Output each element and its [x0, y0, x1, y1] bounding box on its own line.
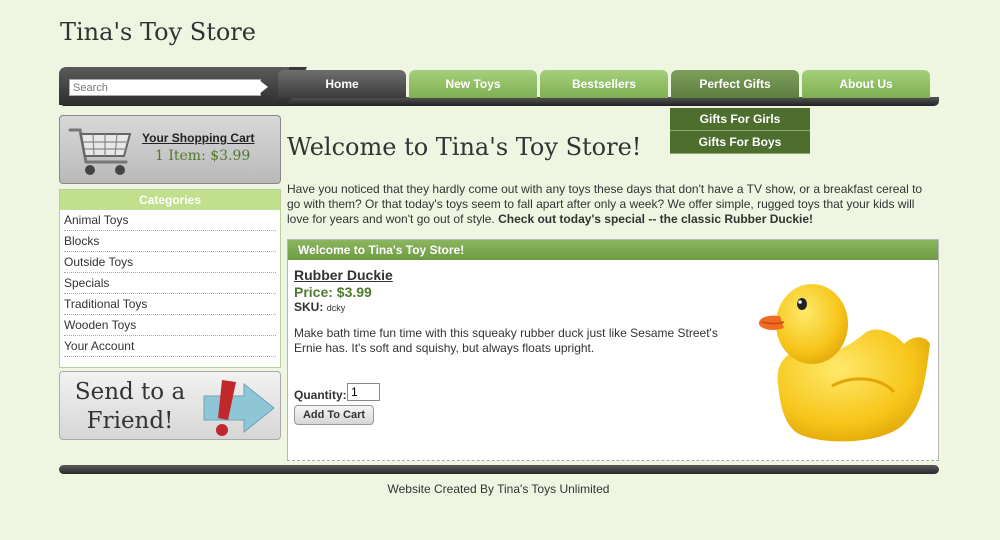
nav-tab-home[interactable]: Home — [278, 70, 406, 98]
dropdown-item-gifts-for-boys[interactable]: Gifts For Boys — [670, 131, 810, 154]
category-your-account[interactable]: Your Account — [64, 336, 276, 357]
site-title: Tina's Toy Store — [60, 18, 256, 46]
product-price: Price: $3.99 — [294, 284, 372, 300]
product-panel-heading: Welcome to Tina's Toy Store! — [288, 240, 938, 260]
shopping-cart-icon — [68, 128, 132, 175]
send-to-friend-button[interactable]: Send to a Friend! — [59, 371, 281, 440]
category-animal-toys[interactable]: Animal Toys — [64, 210, 276, 231]
dropdown-item-gifts-for-girls[interactable]: Gifts For Girls — [670, 108, 810, 131]
sku-value: dcky — [326, 303, 346, 313]
send-to-friend-text: Send to a Friend! — [70, 378, 190, 436]
nav-tab-new-toys[interactable]: New Toys — [409, 70, 537, 98]
nav-tab-about-us[interactable]: About Us — [802, 70, 930, 98]
intro-special: Check out today's special -- the classic… — [498, 212, 814, 226]
intro-paragraph: Have you noticed that they hardly come o… — [287, 182, 935, 227]
quantity-label: Quantity: — [294, 388, 347, 402]
search-block — [59, 67, 307, 105]
main-navigation: Home New Toys Bestsellers Perfect Gifts … — [59, 67, 939, 107]
footer-rail — [59, 465, 939, 474]
category-blocks[interactable]: Blocks — [64, 231, 276, 252]
nav-tab-perfect-gifts[interactable]: Perfect Gifts — [671, 70, 799, 98]
product-sku: SKU: dcky — [294, 300, 345, 314]
product-name-link[interactable]: Rubber Duckie — [294, 267, 393, 283]
welcome-heading: Welcome to Tina's Toy Store! — [287, 133, 642, 161]
shopping-cart-link[interactable]: Your Shopping Cart — [142, 131, 254, 145]
perfect-gifts-dropdown: Gifts For Girls Gifts For Boys — [670, 108, 810, 154]
shopping-cart-box: Your Shopping Cart 1 Item: $3.99 — [59, 115, 281, 184]
category-specials[interactable]: Specials — [64, 273, 276, 294]
footer-credit: Website Created By Tina's Toys Unlimited — [387, 482, 610, 496]
category-traditional-toys[interactable]: Traditional Toys — [64, 294, 276, 315]
cart-summary: 1 Item: $3.99 — [155, 148, 251, 164]
search-submit-arrow-icon[interactable] — [259, 80, 268, 94]
category-wooden-toys[interactable]: Wooden Toys — [64, 315, 276, 336]
quantity-input[interactable] — [347, 383, 380, 401]
send-to-friend-line1: Send to a — [74, 379, 186, 405]
exclamation-arrow-icon — [203, 380, 275, 436]
category-outside-toys[interactable]: Outside Toys — [64, 252, 276, 273]
add-to-cart-button[interactable]: Add To Cart — [294, 405, 374, 425]
categories-panel: Categories Animal Toys Blocks Outside To… — [59, 189, 281, 368]
send-to-friend-line2: Friend! — [86, 408, 174, 434]
search-input[interactable] — [69, 79, 261, 96]
product-description: Make bath time fun time with this squeak… — [294, 326, 718, 355]
categories-heading: Categories — [60, 190, 280, 210]
product-panel: Welcome to Tina's Toy Store! Rubber Duck… — [287, 239, 939, 461]
nav-tab-bestsellers[interactable]: Bestsellers — [540, 70, 668, 98]
sku-label: SKU: — [294, 300, 324, 314]
rubber-duck-image — [758, 284, 930, 442]
